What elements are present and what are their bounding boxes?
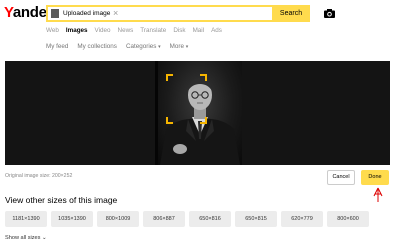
- images-subnav: My feed My collections Categories ▾ More…: [46, 43, 188, 50]
- cancel-button[interactable]: Cancel: [327, 170, 355, 185]
- my-feed-link[interactable]: My feed: [46, 43, 68, 50]
- crop-handle-bottom-left[interactable]: [166, 117, 173, 124]
- tab-web[interactable]: Web: [46, 27, 59, 35]
- tab-video[interactable]: Video: [95, 27, 111, 35]
- categories-label: Categories: [125, 43, 157, 50]
- other-sizes-heading: View other sizes of this image: [5, 195, 118, 205]
- size-option[interactable]: 800×1009: [97, 211, 139, 227]
- camera-search-button[interactable]: [322, 6, 337, 21]
- size-list: 1181×1390 1035×1390 800×1009 806×887 650…: [5, 211, 369, 227]
- logo-letter-y: Y: [4, 4, 13, 21]
- tab-mail[interactable]: Mail: [193, 27, 205, 35]
- size-option[interactable]: 650×816: [189, 211, 231, 227]
- more-menu[interactable]: More ▾: [170, 43, 189, 50]
- tab-ads[interactable]: Ads: [211, 27, 222, 35]
- hand-drawn-arrow-icon: [373, 187, 383, 202]
- done-button[interactable]: Done: [361, 170, 389, 185]
- uploaded-image-thumbnail: [51, 9, 59, 18]
- search-button[interactable]: Search: [272, 5, 310, 22]
- chevron-down-icon: ⌄: [42, 235, 47, 241]
- crop-handle-bottom-right[interactable]: [200, 117, 207, 124]
- chevron-down-icon: ▾: [158, 44, 161, 50]
- categories-menu[interactable]: Categories ▾: [126, 43, 161, 50]
- search-input[interactable]: Uploaded image: [63, 8, 110, 19]
- tab-news[interactable]: News: [118, 27, 134, 35]
- show-all-sizes-link[interactable]: Show all sizes ⌄: [5, 235, 47, 241]
- tab-translate[interactable]: Translate: [140, 27, 166, 35]
- clear-icon[interactable]: ×: [113, 7, 118, 19]
- more-label: More: [169, 43, 185, 50]
- tab-images[interactable]: Images: [66, 27, 88, 35]
- crop-handle-top-right[interactable]: [200, 74, 207, 81]
- size-option[interactable]: 800×600: [327, 211, 369, 227]
- camera-icon: [324, 9, 335, 18]
- my-collections-link[interactable]: My collections: [77, 43, 117, 50]
- show-all-label: Show all sizes: [5, 235, 41, 241]
- tab-disk[interactable]: Disk: [173, 27, 185, 35]
- original-image-size: Original image size: 200×252: [5, 173, 73, 179]
- search-box[interactable]: Uploaded image ×: [46, 5, 310, 22]
- size-option[interactable]: 650×815: [235, 211, 277, 227]
- size-option[interactable]: 1181×1390: [5, 211, 47, 227]
- size-option[interactable]: 620×779: [281, 211, 323, 227]
- crop-handle-top-left[interactable]: [166, 74, 173, 81]
- service-tabs: Web Images Video News Translate Disk Mai…: [46, 27, 222, 35]
- size-option[interactable]: 806×887: [143, 211, 185, 227]
- chevron-down-icon: ▾: [185, 44, 189, 50]
- size-option[interactable]: 1035×1390: [51, 211, 93, 227]
- image-preview-area: [5, 61, 390, 165]
